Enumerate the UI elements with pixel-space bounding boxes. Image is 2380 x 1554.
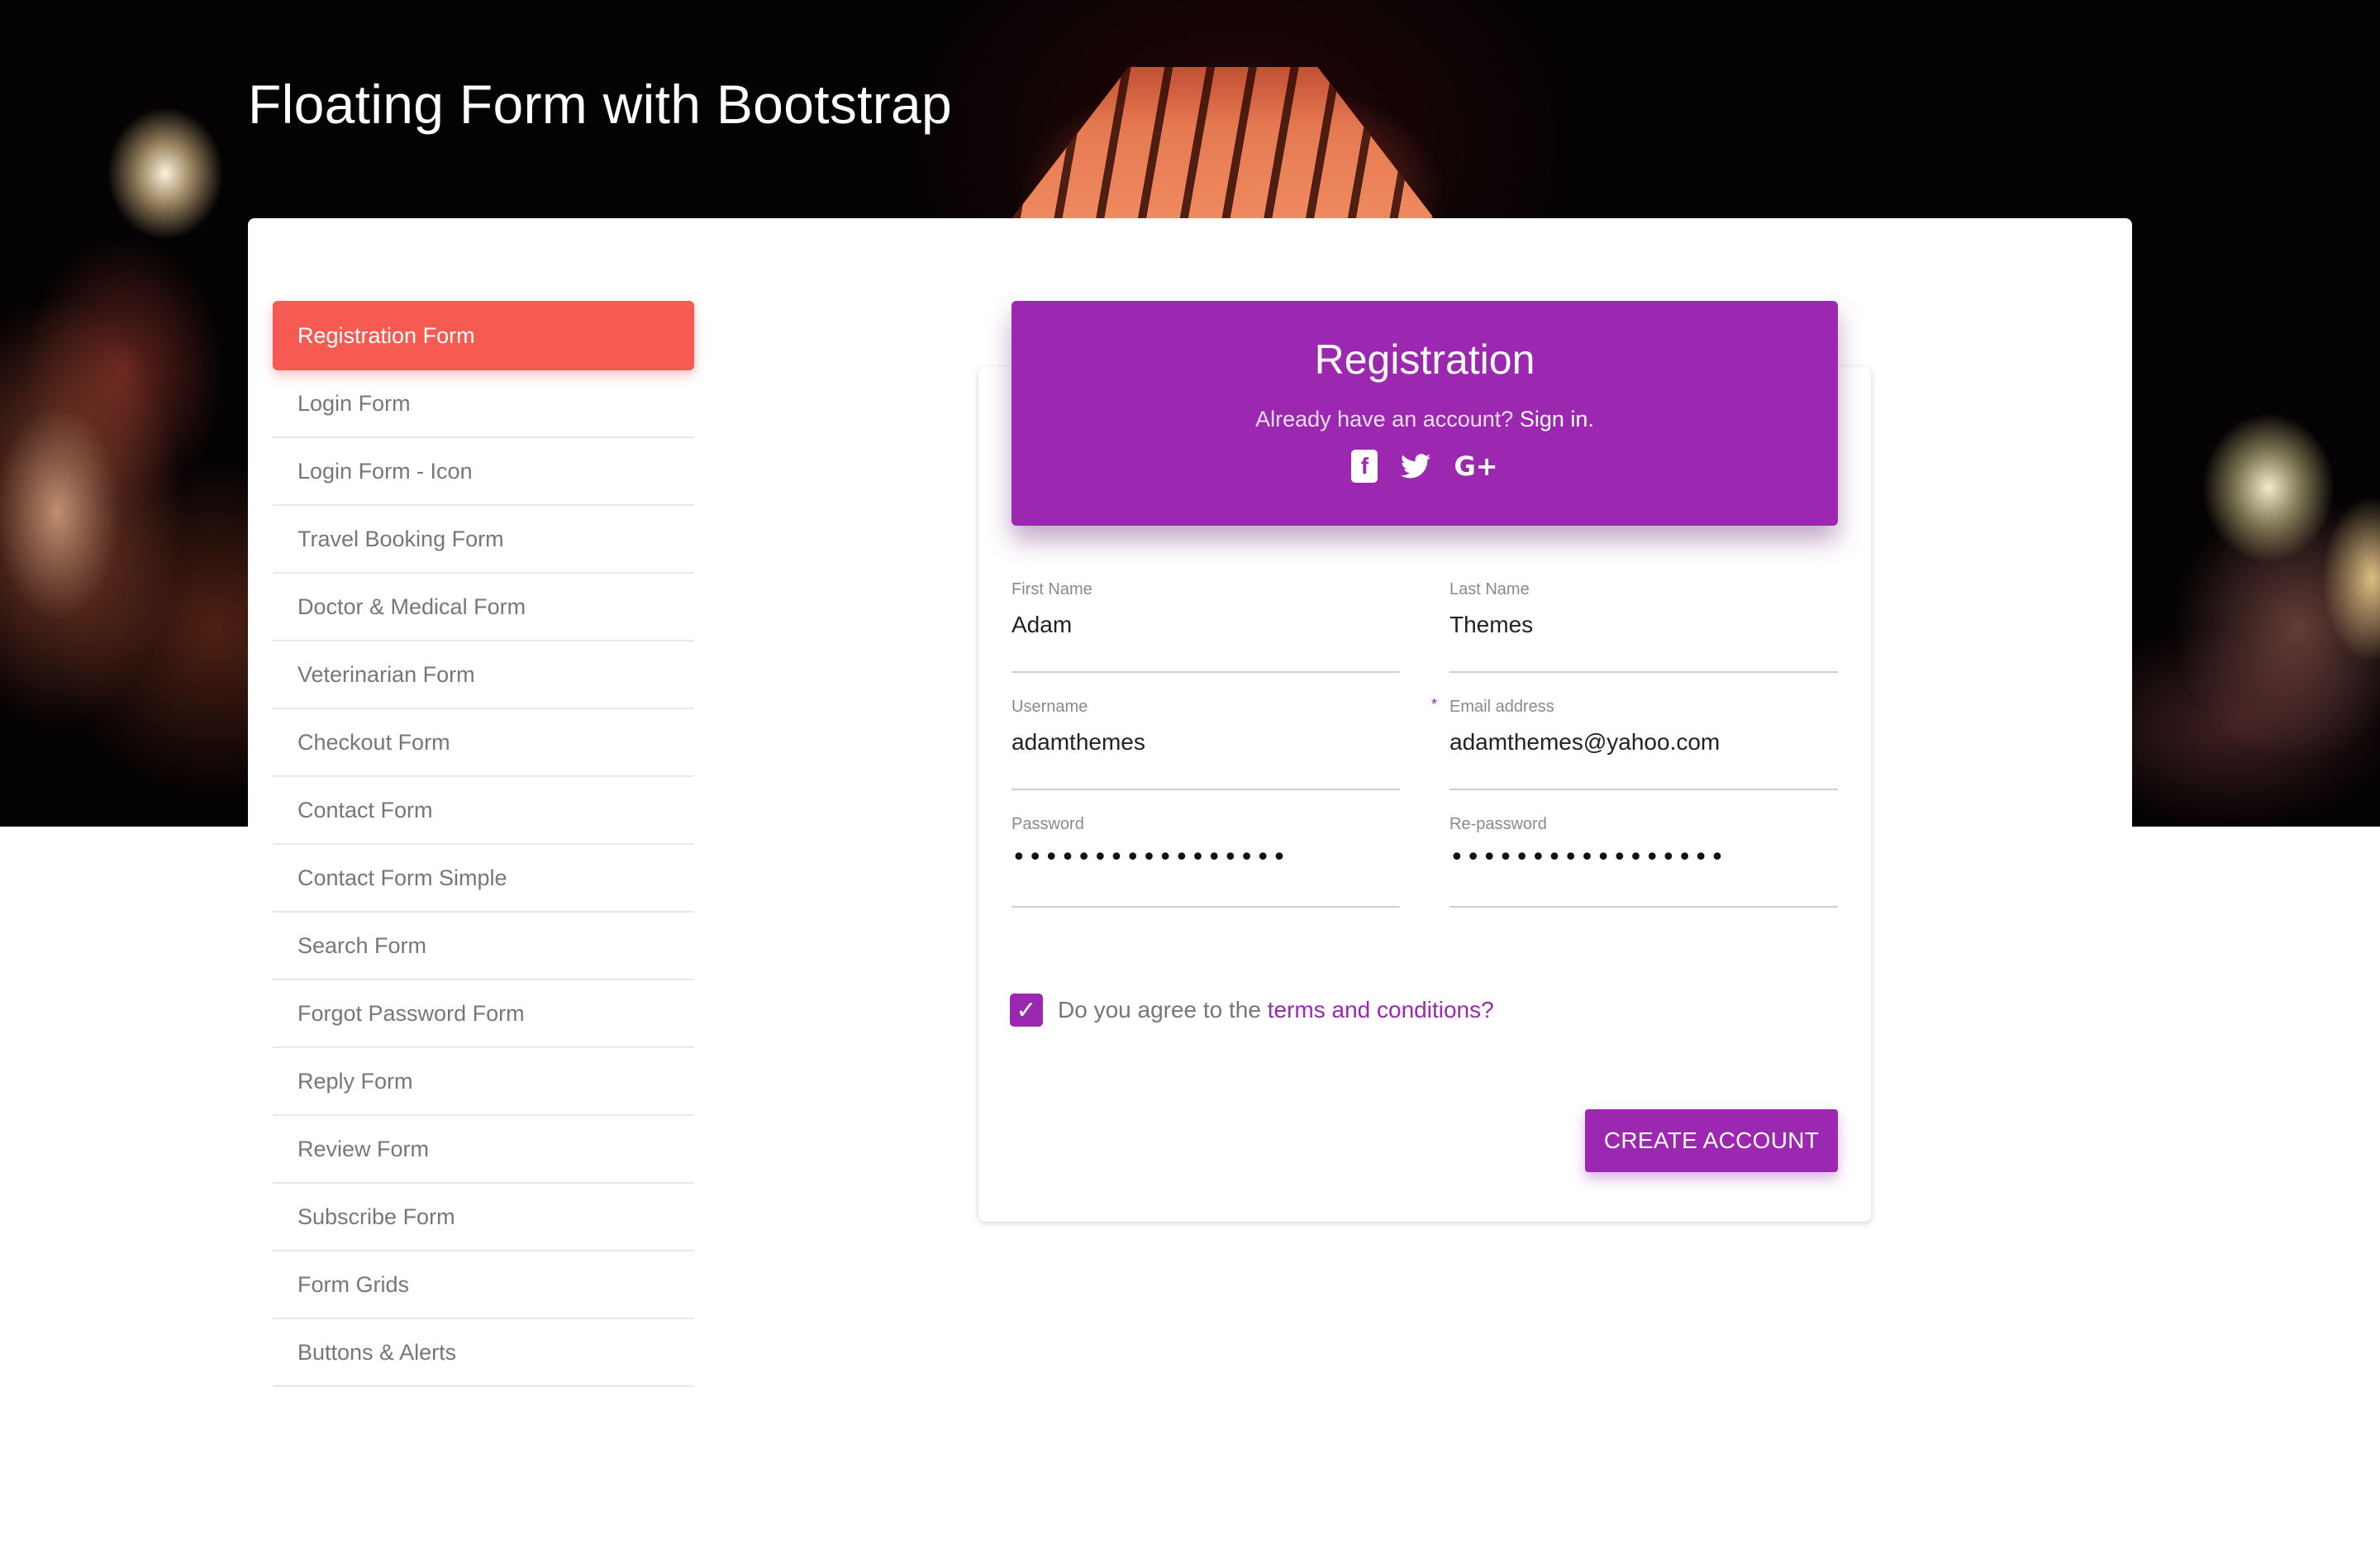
first-name-field[interactable]: First Name Adam (1011, 580, 1400, 673)
lamp-image (1008, 67, 1438, 223)
required-marker: * (1431, 696, 1438, 713)
google-plus-icon[interactable]: G+ (1454, 450, 1497, 483)
sidebar-item-registration-form[interactable]: Registration Form (273, 301, 694, 370)
sidebar-item-buttons-alerts[interactable]: Buttons & Alerts (273, 1319, 694, 1387)
terms-link[interactable]: terms and conditions? (1268, 997, 1494, 1022)
sidebar-item-form-grids[interactable]: Form Grids (273, 1251, 694, 1319)
repassword-field[interactable]: Re-password ••••••••••••••••• (1449, 815, 1838, 908)
sidebar-item-reply-form[interactable]: Reply Form (273, 1048, 694, 1116)
sidebar-item-login-form[interactable]: Login Form (273, 370, 694, 438)
last-name-field[interactable]: Last Name Themes (1449, 580, 1838, 673)
username-input[interactable]: adamthemes (1011, 729, 1145, 756)
sidebar-item-subscribe-form[interactable]: Subscribe Form (273, 1184, 694, 1251)
terms-checkbox[interactable]: ✓ (1010, 994, 1043, 1027)
twitter-icon[interactable] (1401, 450, 1431, 483)
facebook-icon[interactable]: f (1351, 450, 1378, 483)
sidebar-item-contact-form[interactable]: Contact Form (273, 777, 694, 845)
last-name-label: Last Name (1449, 580, 1530, 598)
social-links: f G+ (1011, 450, 1838, 483)
sidebar-nav: Registration Form Login Form Login Form … (273, 301, 694, 1387)
terms-agreement: ✓ Do you agree to the terms and conditio… (1010, 994, 1494, 1027)
sidebar-item-doctor-medical-form[interactable]: Doctor & Medical Form (273, 574, 694, 641)
sidebar-item-review-form[interactable]: Review Form (273, 1116, 694, 1184)
sidebar-item-veterinarian-form[interactable]: Veterinarian Form (273, 641, 694, 709)
email-field[interactable]: * Email address adamthemes@yahoo.com (1431, 696, 1838, 790)
first-name-input[interactable]: Adam (1011, 612, 1072, 638)
registration-heading: Registration (1314, 336, 1535, 383)
create-account-button[interactable]: CREATE ACCOUNT (1585, 1109, 1838, 1172)
sidebar-item-forgot-password-form[interactable]: Forgot Password Form (273, 980, 694, 1048)
signin-prompt-text: Already have an account? (1255, 407, 1514, 431)
registration-header: Registration Already have an account? Si… (1011, 301, 1838, 526)
repassword-label: Re-password (1449, 815, 1547, 833)
password-field[interactable]: Password ••••••••••••••••• (1011, 815, 1400, 908)
username-label: Username (1011, 698, 1088, 716)
email-input[interactable]: adamthemes@yahoo.com (1449, 729, 1720, 756)
first-name-label: First Name (1011, 580, 1092, 598)
password-label: Password (1011, 815, 1084, 833)
signin-prompt: Already have an account? Sign in. (1011, 407, 1838, 432)
signin-link[interactable]: Sign in. (1520, 407, 1594, 431)
last-name-input[interactable]: Themes (1449, 612, 1533, 638)
password-input[interactable]: ••••••••••••••••• (1011, 843, 1288, 872)
sidebar-item-search-form[interactable]: Search Form (273, 913, 694, 980)
sidebar-item-travel-booking-form[interactable]: Travel Booking Form (273, 506, 694, 574)
page-title: Floating Form with Bootstrap (248, 74, 953, 135)
agree-text: Do you agree to the (1058, 997, 1261, 1022)
terms-text: Do you agree to the terms and conditions… (1058, 997, 1494, 1023)
sidebar-item-contact-form-simple[interactable]: Contact Form Simple (273, 845, 694, 913)
username-field[interactable]: Username adamthemes (1011, 698, 1400, 790)
sidebar-item-login-form-icon[interactable]: Login Form - Icon (273, 438, 694, 506)
repassword-input[interactable]: ••••••••••••••••• (1449, 843, 1726, 872)
email-label: Email address (1449, 698, 1554, 716)
sidebar-item-checkout-form[interactable]: Checkout Form (273, 709, 694, 777)
